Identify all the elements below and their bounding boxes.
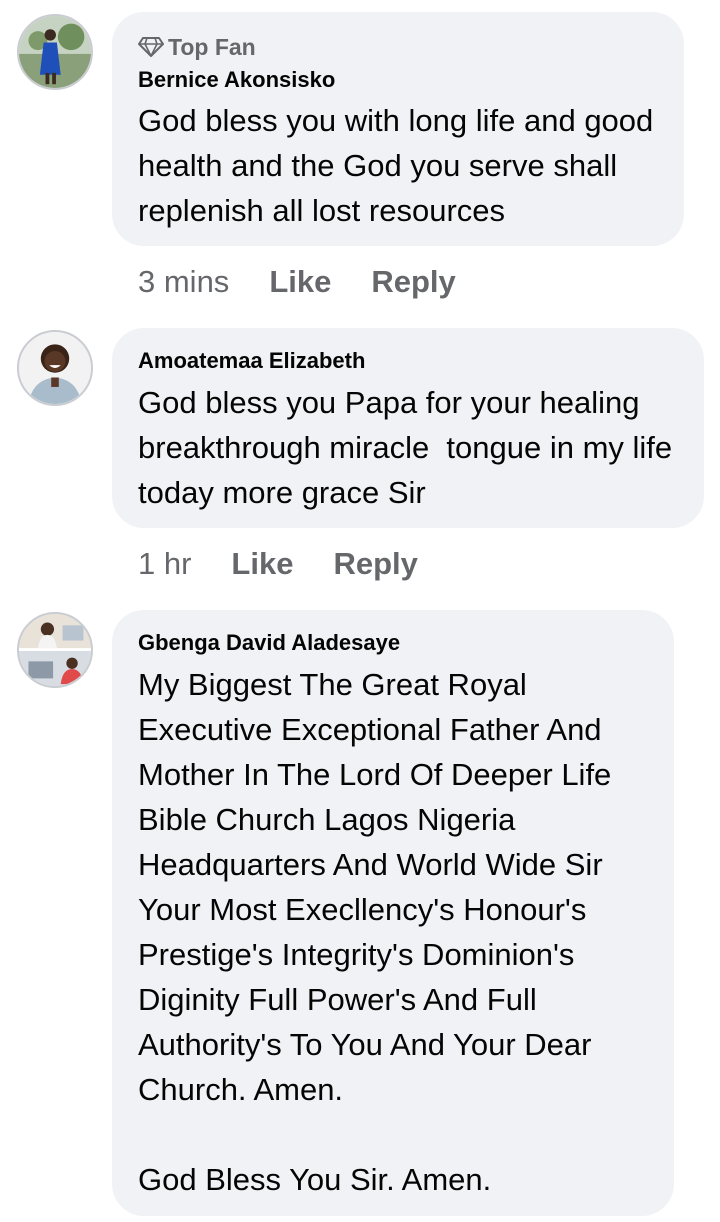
comment-actions: 3 mins Like Reply [138,262,496,302]
comment-timestamp[interactable]: 3 mins [138,264,229,300]
comment-actions: 1 hr Like Reply [138,544,458,584]
comment-bubble: Amoatemaa Elizabeth God bless you Papa f… [112,328,704,528]
like-button[interactable]: Like [231,546,293,582]
avatar-photo [19,16,91,88]
badge-label: Top Fan [168,33,256,60]
reply-button[interactable]: Reply [371,264,455,300]
like-button[interactable]: Like [269,264,331,300]
top-fan-badge: Top Fan [138,32,658,62]
comment-author[interactable]: Amoatemaa Elizabeth [138,346,678,376]
comment-timestamp[interactable]: 1 hr [138,546,191,582]
avatar[interactable] [17,14,93,90]
avatar-photo [19,332,91,404]
comment-text: God bless you with long life and good he… [138,103,662,228]
comment-bubble: Gbenga David Aladesaye My Biggest The Gr… [112,610,674,1216]
avatar[interactable] [17,612,93,688]
comment-text: My Biggest The Great Royal Executive Exc… [138,667,612,1197]
comment-author[interactable]: Bernice Akonsisko [138,65,658,95]
comment-bubble: Top Fan Bernice Akonsisko God bless you … [112,12,684,246]
comment-author[interactable]: Gbenga David Aladesaye [138,628,648,658]
reply-button[interactable]: Reply [333,546,417,582]
diamond-icon [138,37,164,57]
avatar-photo [19,614,91,686]
avatar[interactable] [17,330,93,406]
comment-text: God bless you Papa for your healing brea… [138,385,681,510]
